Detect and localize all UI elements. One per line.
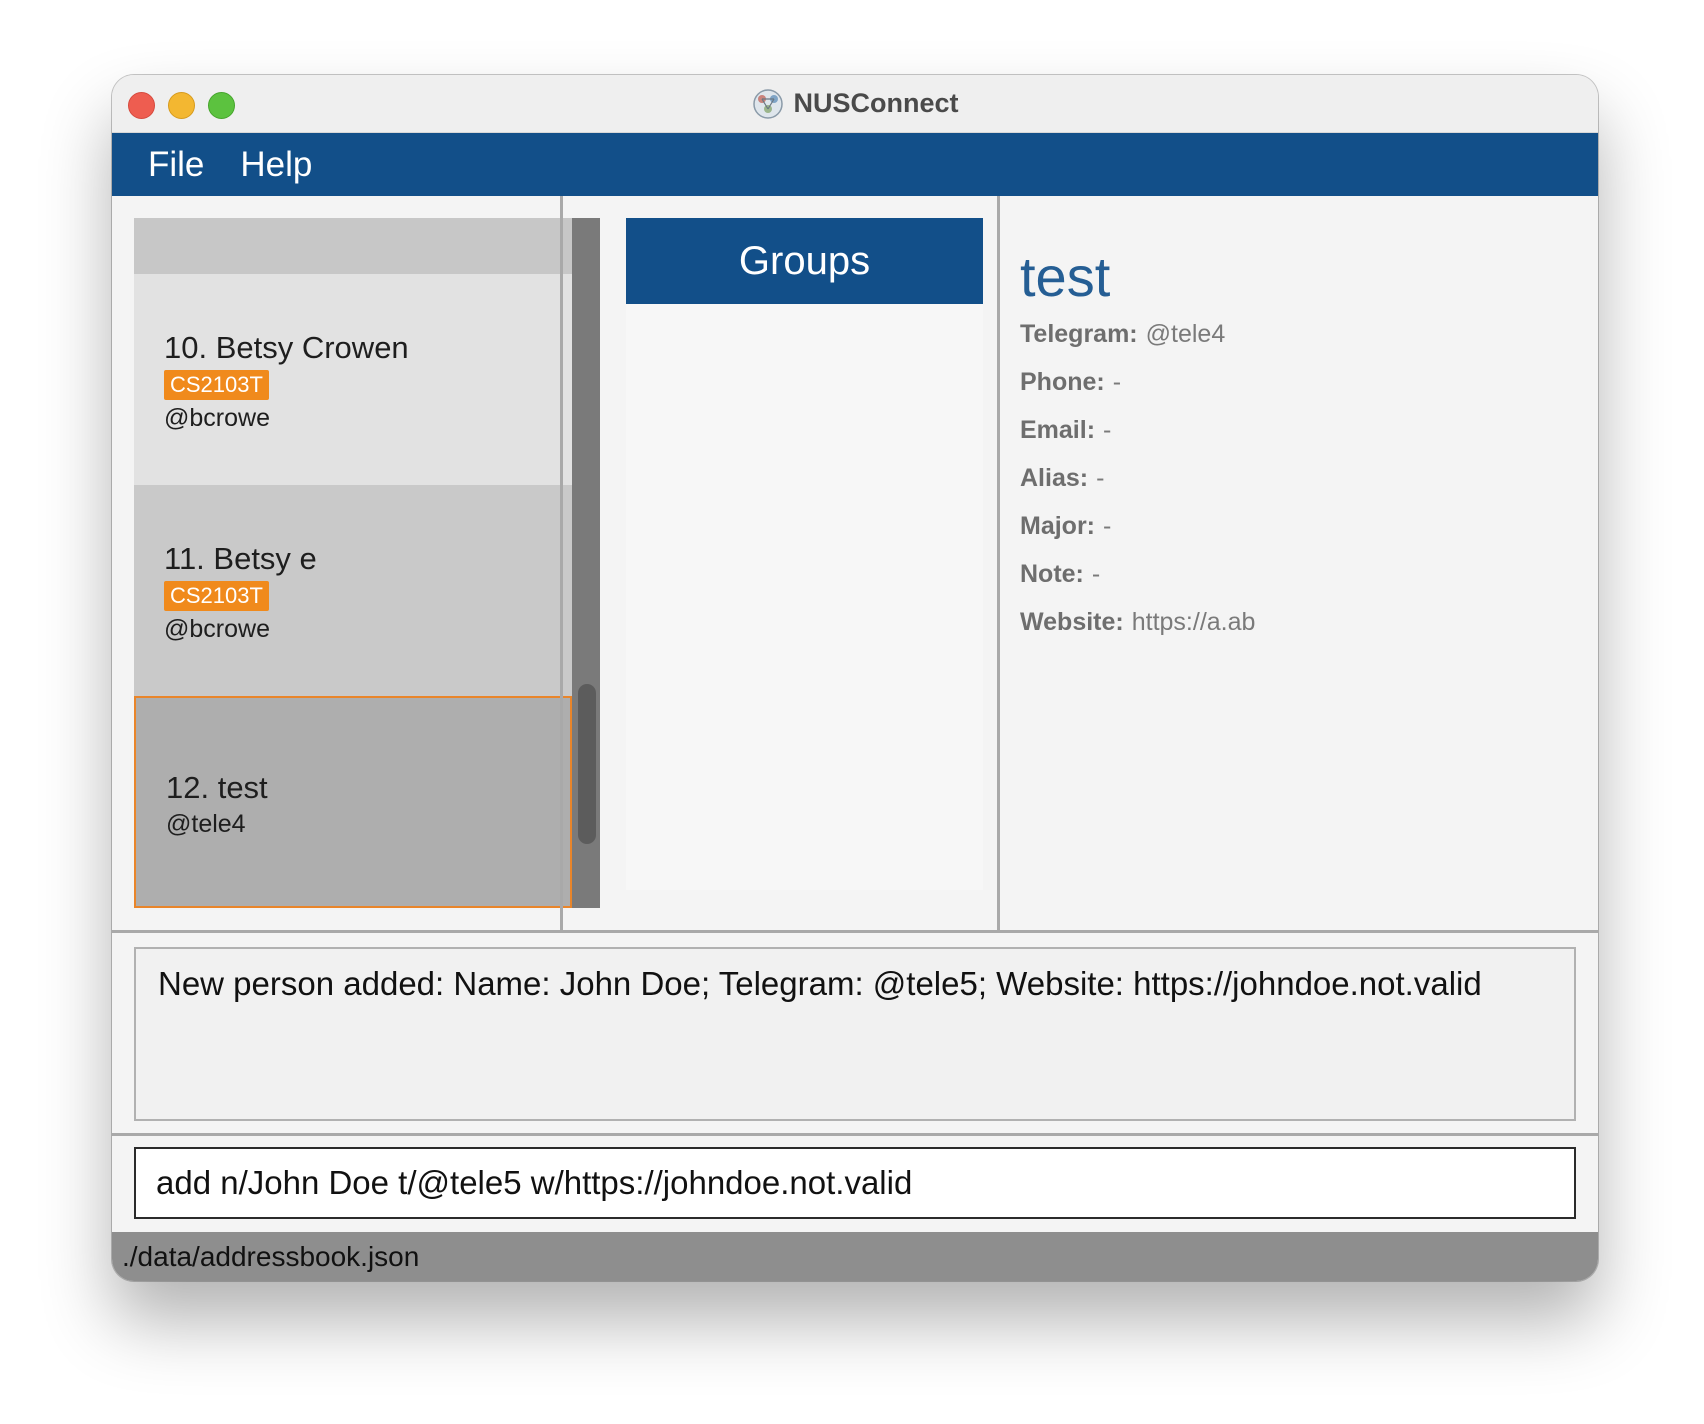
menu-file[interactable]: File [148, 145, 204, 185]
divider [112, 930, 1598, 933]
list-item-partial[interactable] [134, 218, 572, 274]
person-details: test Telegram: @tele4 Phone: - Email: - Ali… [1008, 196, 1598, 930]
command-input[interactable]: add n/John Doe t/@tele5 w/https://johndo… [134, 1147, 1576, 1219]
detail-major: Major: - [1020, 512, 1112, 540]
tag-badge: CS2103T [164, 370, 269, 400]
groups-header[interactable]: Groups [626, 218, 983, 304]
detail-note: Note: - [1020, 560, 1101, 588]
person-card[interactable]: 10. Betsy Crowen CS2103T @bcrowe [134, 274, 572, 485]
person-name: 10. Betsy Crowen [164, 330, 409, 365]
person-list[interactable]: 10. Betsy Crowen CS2103T @bcrowe 11. Bet… [134, 218, 572, 908]
result-display: New person added: Name: John Doe; Telegr… [134, 947, 1576, 1121]
main-content: 10. Betsy Crowen CS2103T @bcrowe 11. Bet… [112, 196, 1598, 930]
person-handle: @tele4 [166, 810, 246, 838]
status-bar: ./data/addressbook.json [112, 1232, 1598, 1281]
detail-alias: Alias: - [1020, 464, 1105, 492]
detail-email: Email: - [1020, 416, 1112, 444]
title-bar: NUSConnect [112, 75, 1598, 133]
detail-website: Website: https://a.ab [1020, 608, 1256, 636]
groups-panel: Groups [626, 218, 983, 890]
window-title: NUSConnect [793, 88, 959, 118]
person-name: 12. test [166, 770, 268, 805]
divider [560, 196, 563, 930]
divider [112, 1133, 1598, 1136]
list-scrollbar-thumb[interactable] [578, 684, 596, 844]
person-handle: @bcrowe [164, 615, 270, 643]
app-window: NUSConnect File Help 10. Betsy Crowen CS… [112, 75, 1598, 1281]
divider [997, 196, 1000, 930]
menu-bar: File Help [112, 133, 1598, 196]
detail-name: test [1020, 245, 1111, 308]
person-name: 11. Betsy e [164, 541, 317, 576]
status-file-path: ./data/addressbook.json [122, 1240, 420, 1272]
person-card-selected[interactable]: 12. test @tele4 [134, 696, 572, 908]
tag-badge: CS2103T [164, 581, 269, 611]
detail-phone: Phone: - [1020, 368, 1122, 396]
detail-telegram: Telegram: @tele4 [1020, 320, 1226, 348]
person-handle: @bcrowe [164, 404, 270, 432]
app-logo-icon [753, 88, 784, 119]
menu-help[interactable]: Help [240, 145, 312, 185]
person-card[interactable]: 11. Betsy e CS2103T @bcrowe [134, 485, 572, 696]
